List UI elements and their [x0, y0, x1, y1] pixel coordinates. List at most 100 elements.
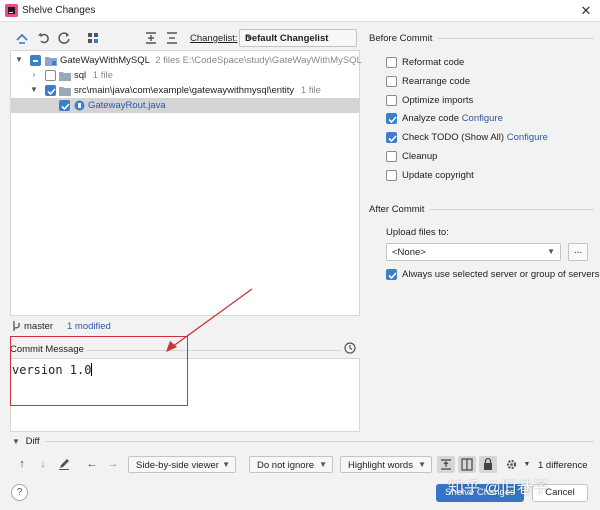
analyze-code-checkbox[interactable] [386, 113, 397, 124]
collapse-unchanged-toggle[interactable] [437, 456, 455, 473]
title-bar: Shelve Changes ✕ [0, 0, 600, 22]
divider [429, 209, 594, 210]
chevron-down-icon: ▼ [418, 460, 426, 469]
root-checkbox[interactable] [30, 55, 41, 66]
entity-name: src\main\java\com\example\gatewaywithmys… [74, 85, 295, 96]
upload-server-value: <None> [392, 247, 426, 258]
chevron-right-icon[interactable]: › [29, 70, 39, 80]
root-name: GateWayWithMySQL [60, 55, 150, 66]
folder-icon [59, 87, 71, 96]
update-copyright-option[interactable]: Update copyright [386, 169, 596, 183]
root-meta: 2 files E:\CodeSpace\study\GateWayWithMy… [155, 55, 362, 66]
chevron-down-icon[interactable]: ▼ [29, 85, 39, 95]
chevron-down-icon: ▼ [222, 460, 230, 469]
folder-icon [59, 72, 71, 81]
analyze-code-option[interactable]: Analyze code Configure [386, 112, 596, 126]
sync-scroll-toggle[interactable] [458, 456, 476, 473]
update-copyright-checkbox[interactable] [386, 170, 397, 181]
always-use-server-checkbox[interactable] [386, 269, 397, 280]
upload-server-select[interactable]: <None> ▼ [386, 243, 561, 261]
highlight-mode-select[interactable]: Highlight words ▼ [340, 456, 432, 473]
help-button[interactable]: ? [11, 484, 28, 501]
group-by-icon[interactable] [85, 30, 101, 46]
branch-icon [13, 321, 20, 331]
entity-checkbox[interactable] [45, 85, 56, 96]
arrow-left-icon[interactable]: ← [84, 456, 100, 472]
rearrange-code-option[interactable]: Rearrange code [386, 75, 596, 89]
sql-meta: 1 file [92, 70, 113, 81]
reformat-code-checkbox[interactable] [386, 57, 397, 68]
optimize-imports-label: Optimize imports [402, 95, 474, 106]
diff-title: Diff [25, 436, 40, 447]
java-class-icon [74, 100, 85, 111]
check-todo-checkbox[interactable] [386, 132, 397, 143]
arrow-up-icon[interactable]: ↑ [14, 456, 30, 472]
chevron-down-icon[interactable]: ▼ [14, 55, 24, 65]
reformat-code-label: Reformat code [402, 57, 465, 68]
gear-icon[interactable] [503, 456, 519, 472]
edit-pencil-icon[interactable] [56, 456, 72, 472]
viewer-mode-value: Side-by-side viewer [136, 460, 219, 471]
always-use-server-label: Always use selected server or group of s… [402, 269, 600, 280]
browse-servers-button[interactable]: ... [568, 243, 588, 261]
tree-row-entity[interactable]: ▼ src\main\java\com\example\gatewaywithm… [11, 83, 360, 98]
check-todo-label: Check TODO (Show All) [402, 132, 505, 143]
intellij-app-icon [5, 4, 18, 17]
watermark: 知乎 @旧巷子 [448, 480, 549, 497]
annotation-arrow-icon [166, 288, 253, 352]
changelist-label: Changelist: [190, 33, 238, 44]
optimize-imports-checkbox[interactable] [386, 95, 397, 106]
tree-row-file[interactable]: GatewayRout.java [11, 98, 360, 113]
update-copyright-label: Update copyright [402, 170, 474, 181]
refresh-icon[interactable] [56, 30, 72, 46]
viewer-mode-select[interactable]: Side-by-side viewer ▼ [128, 456, 236, 473]
check-todo-option[interactable]: Check TODO (Show All) Configure [386, 131, 596, 145]
entity-meta: 1 file [300, 85, 321, 96]
tree-row-root[interactable]: ▼ GateWayWithMySQL 2 files E:\CodeSpace\… [11, 53, 362, 68]
cleanup-label: Cleanup [402, 151, 438, 162]
lock-icon[interactable] [479, 456, 497, 473]
reformat-code-option[interactable]: Reformat code [386, 56, 596, 70]
rearrange-code-label: Rearrange code [402, 76, 471, 87]
cleanup-option[interactable]: Cleanup [386, 150, 596, 164]
arrow-down-icon[interactable]: ↓ [35, 456, 51, 472]
diff-arrows-icon[interactable] [14, 30, 30, 46]
difference-count: 1 difference [538, 460, 588, 471]
chevron-down-icon[interactable]: ▼ [519, 456, 535, 472]
collapse-all-icon[interactable] [164, 30, 180, 46]
tree-row-sql[interactable]: › sql 1 file [11, 68, 360, 83]
chevron-down-icon: ▼ [245, 33, 253, 42]
close-icon[interactable]: ✕ [578, 3, 594, 19]
module-folder-icon [45, 57, 57, 66]
ignore-whitespace-value: Do not ignore [257, 460, 315, 471]
history-clock-icon[interactable] [344, 342, 356, 354]
file-name: GatewayRout.java [88, 100, 166, 111]
rearrange-code-checkbox[interactable] [386, 76, 397, 87]
divider [437, 38, 594, 39]
after-commit-title: After Commit [369, 204, 425, 215]
window-title: Shelve Changes [22, 5, 96, 16]
undo-icon[interactable] [36, 30, 52, 46]
file-checkbox[interactable] [59, 100, 70, 111]
sql-name: sql [74, 70, 87, 81]
before-commit-title: Before Commit [369, 33, 433, 44]
divider [45, 441, 594, 442]
sql-checkbox[interactable] [45, 70, 56, 81]
upload-files-label: Upload files to: [386, 227, 449, 238]
optimize-imports-option[interactable]: Optimize imports [386, 94, 596, 108]
changelist-select[interactable]: Default Changelist ▼ [239, 29, 357, 47]
analyze-code-label: Analyze code [402, 113, 460, 124]
chevron-down-icon: ▼ [319, 460, 327, 469]
branch-name: master [24, 321, 54, 332]
diff-section-toggle[interactable]: ▼ Diff [12, 436, 40, 447]
always-use-server-option[interactable]: Always use selected server or group of s… [386, 268, 600, 282]
ignore-whitespace-select[interactable]: Do not ignore ▼ [249, 456, 333, 473]
cleanup-checkbox[interactable] [386, 151, 397, 162]
modified-link[interactable]: 1 modified [67, 321, 111, 332]
highlight-mode-value: Highlight words [348, 460, 413, 471]
analyze-configure-link[interactable]: Configure [462, 113, 503, 124]
arrow-right-icon[interactable]: → [105, 456, 121, 472]
todo-configure-link[interactable]: Configure [507, 132, 548, 143]
changes-tree: ▼ GateWayWithMySQL 2 files E:\CodeSpace\… [10, 50, 362, 316]
expand-all-icon[interactable] [143, 30, 159, 46]
